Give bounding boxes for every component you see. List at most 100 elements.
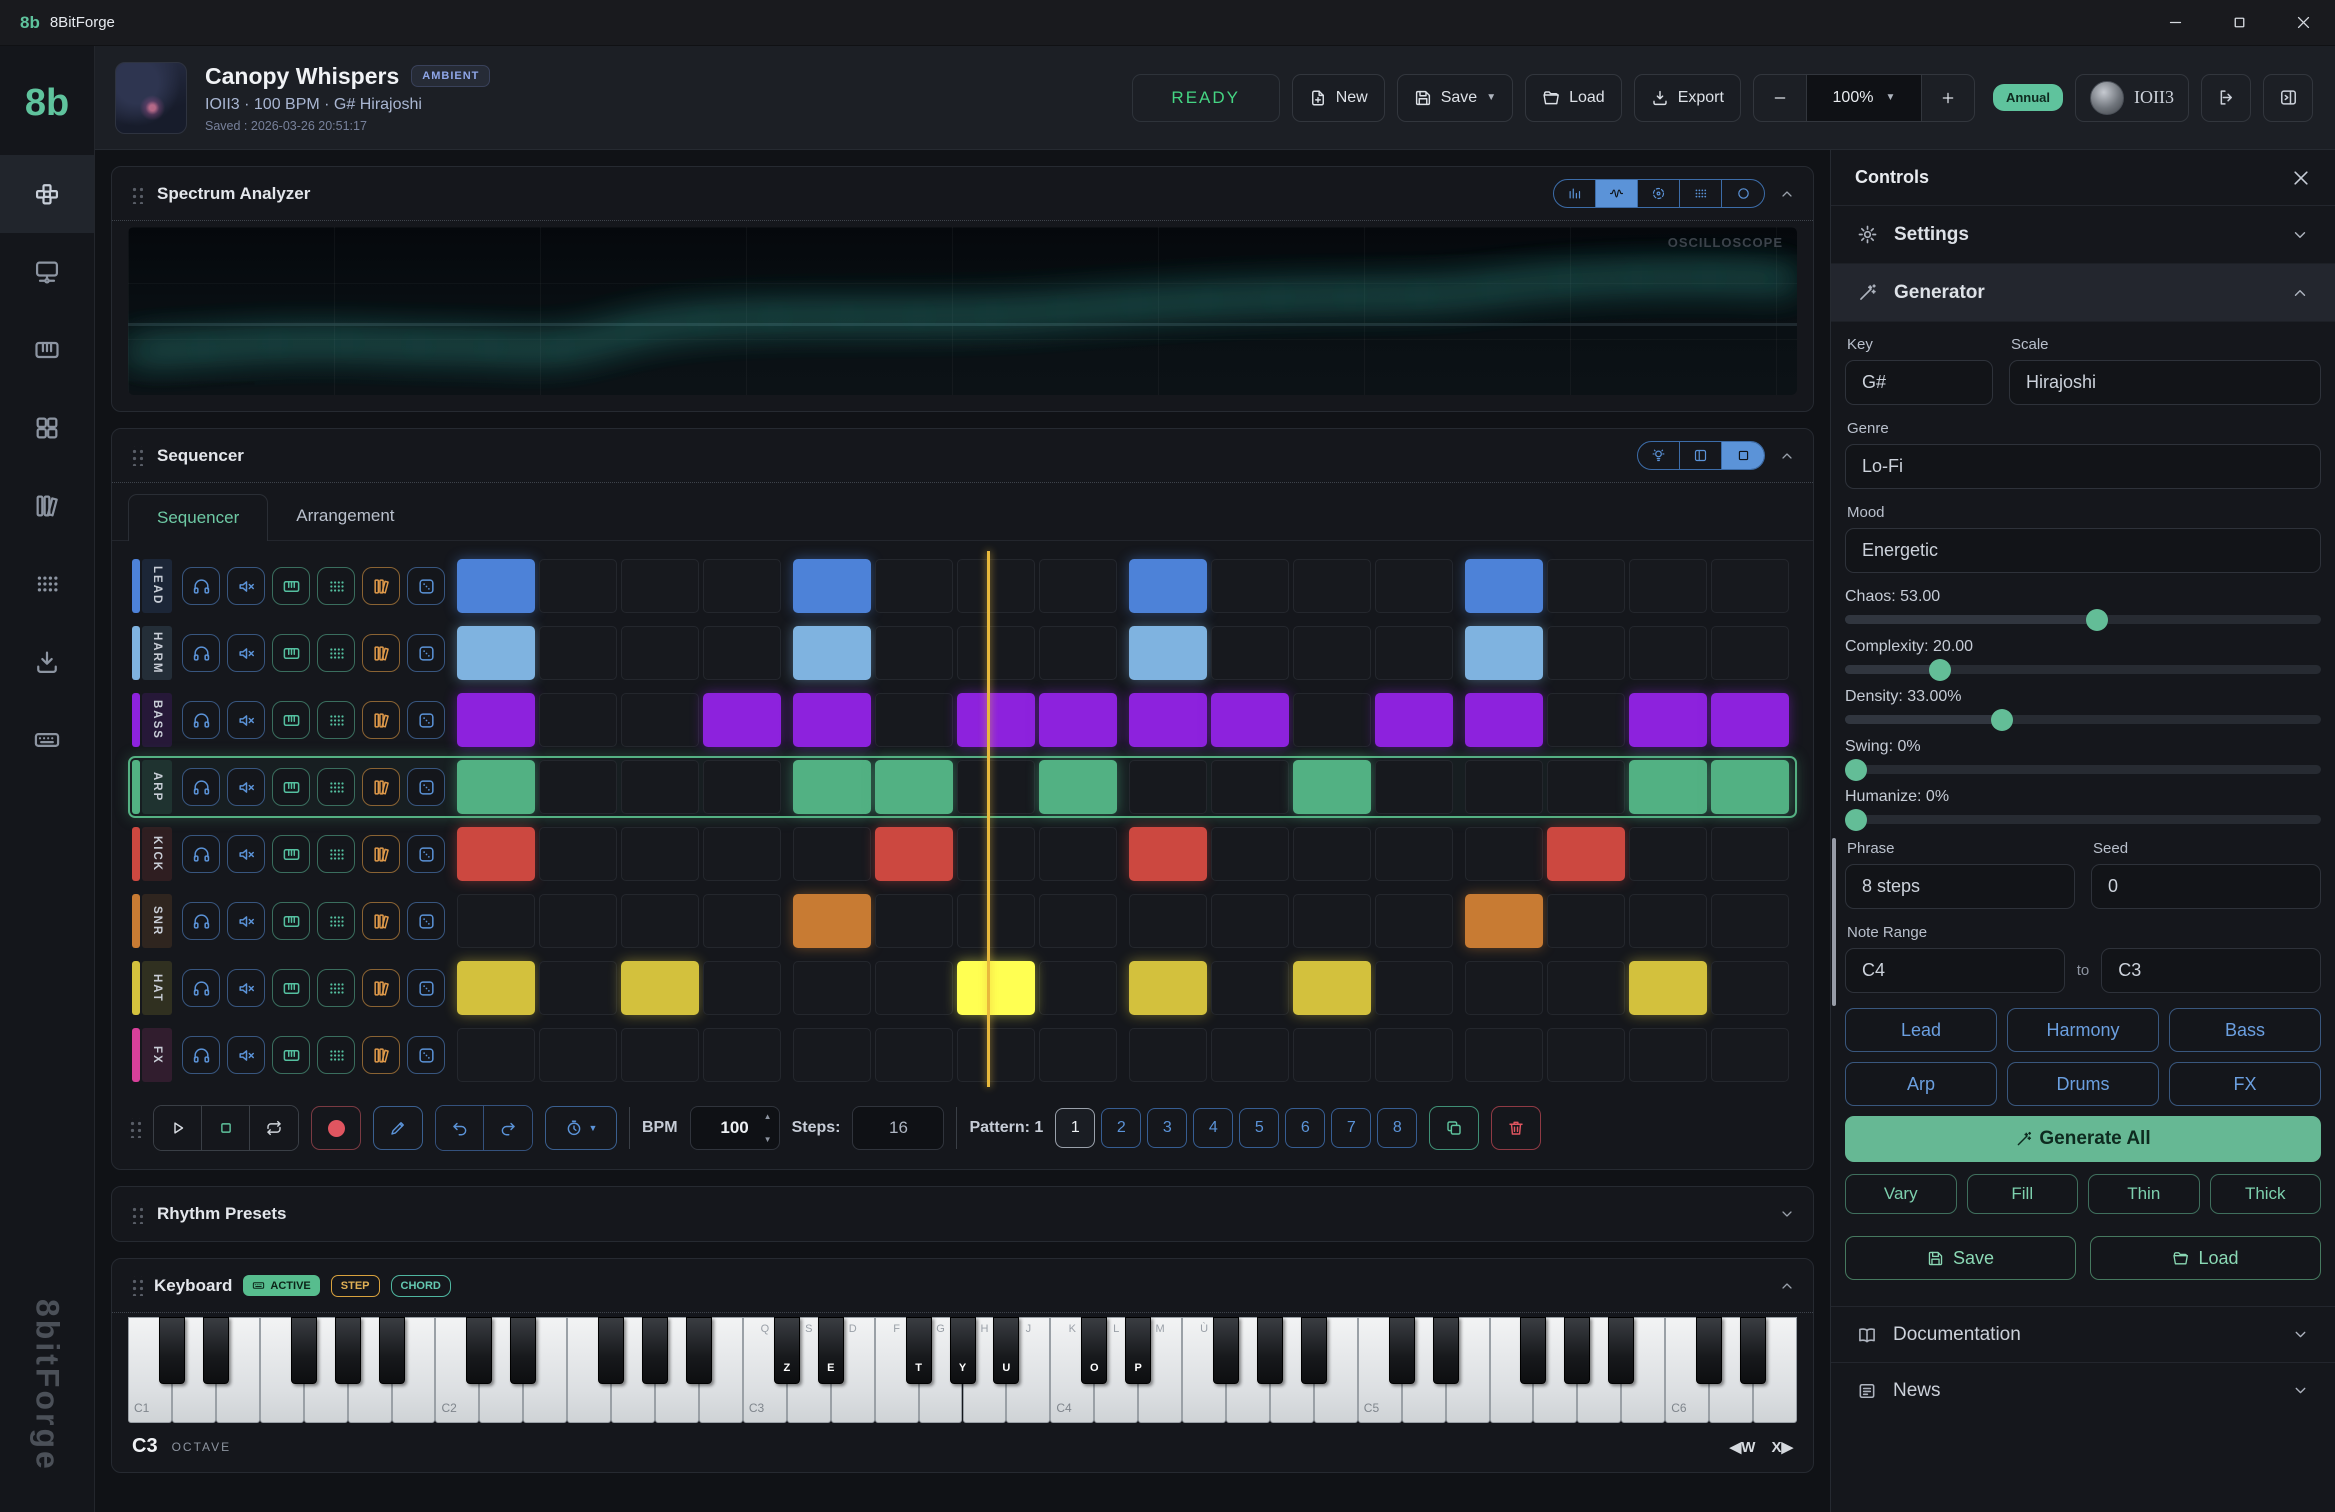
step-cell[interactable] — [1039, 559, 1117, 613]
slider-track[interactable] — [1845, 815, 2321, 824]
step-cell[interactable] — [875, 961, 953, 1015]
panel-toggle-button[interactable] — [2263, 74, 2313, 122]
step-cell[interactable] — [621, 1028, 699, 1082]
black-key-Cs1[interactable] — [159, 1317, 185, 1384]
step-cell[interactable] — [957, 559, 1035, 613]
black-key-Gs1[interactable] — [335, 1317, 361, 1384]
track-piano-button[interactable] — [272, 1036, 310, 1074]
step-cell[interactable] — [539, 559, 617, 613]
mood-select[interactable]: Energetic — [1845, 528, 2321, 573]
generate-all-button[interactable]: Generate All — [1845, 1116, 2321, 1162]
loop-button[interactable] — [250, 1106, 298, 1150]
black-key-Cs6[interactable] — [1696, 1317, 1722, 1384]
track-dice-button[interactable] — [407, 969, 445, 1007]
fill-button[interactable]: Fill — [1967, 1174, 2079, 1214]
track-mute-button[interactable] — [227, 969, 265, 1007]
step-cell[interactable] — [793, 559, 871, 613]
step-cell[interactable] — [621, 760, 699, 814]
black-key-As3[interactable]: U — [993, 1317, 1019, 1384]
black-key-Gs3[interactable]: Y — [950, 1317, 976, 1384]
step-cell[interactable] — [1711, 894, 1789, 948]
step-cell[interactable] — [875, 693, 953, 747]
track-mute-button[interactable] — [227, 634, 265, 672]
step-cell[interactable] — [1547, 760, 1625, 814]
step-cell[interactable] — [1293, 693, 1371, 747]
generate-harmony-button[interactable]: Harmony — [2007, 1008, 2159, 1052]
zoom-level-select[interactable]: 100%▼ — [1806, 75, 1922, 121]
step-cell[interactable] — [793, 626, 871, 680]
track-piano-button[interactable] — [272, 969, 310, 1007]
step-cell[interactable] — [1711, 626, 1789, 680]
step-cell[interactable] — [1465, 693, 1543, 747]
step-cell[interactable] — [957, 693, 1035, 747]
step-cell[interactable] — [1129, 827, 1207, 881]
view-wave-icon[interactable] — [1596, 180, 1638, 207]
step-cell[interactable] — [1547, 961, 1625, 1015]
step-mode-badge[interactable]: STEP — [331, 1275, 380, 1297]
track-headphones-button[interactable] — [182, 902, 220, 940]
step-cell[interactable] — [457, 626, 535, 680]
step-cell[interactable] — [1375, 559, 1453, 613]
pattern-button-2[interactable]: 2 — [1101, 1108, 1141, 1148]
new-button[interactable]: New — [1292, 74, 1385, 122]
black-key-Cs3[interactable]: Z — [774, 1317, 800, 1384]
step-cell[interactable] — [1375, 1028, 1453, 1082]
slider-thumb[interactable] — [1845, 809, 1867, 831]
slider-thumb[interactable] — [1845, 759, 1867, 781]
view-dots-grid-icon[interactable] — [1680, 180, 1722, 207]
step-cell[interactable] — [1711, 961, 1789, 1015]
step-cell[interactable] — [539, 827, 617, 881]
track-dots-grid-button[interactable] — [317, 835, 355, 873]
sidebar-item-keyboard-icon[interactable] — [0, 701, 94, 779]
step-cell[interactable] — [1465, 559, 1543, 613]
drag-handle[interactable] — [130, 446, 143, 466]
drag-handle[interactable] — [130, 184, 143, 204]
step-cell[interactable] — [1547, 827, 1625, 881]
slider-thumb[interactable] — [1929, 659, 1951, 681]
genre-select[interactable]: Lo-Fi — [1845, 444, 2321, 489]
track-headphones-button[interactable] — [182, 701, 220, 739]
track-headphones-button[interactable] — [182, 969, 220, 1007]
zoom-out-button[interactable] — [1754, 75, 1806, 121]
step-cell[interactable] — [875, 1028, 953, 1082]
black-key-Cs2[interactable] — [466, 1317, 492, 1384]
step-cell[interactable] — [1293, 559, 1371, 613]
step-cell[interactable] — [1629, 961, 1707, 1015]
sidebar-item-grid-icon[interactable] — [0, 389, 94, 467]
step-cell[interactable] — [1293, 1028, 1371, 1082]
track-library-button[interactable] — [362, 768, 400, 806]
step-cell[interactable] — [1211, 894, 1289, 948]
step-cell[interactable] — [1375, 693, 1453, 747]
track-mute-button[interactable] — [227, 701, 265, 739]
step-cell[interactable] — [1211, 961, 1289, 1015]
pattern-button-5[interactable]: 5 — [1239, 1108, 1279, 1148]
track-headphones-button[interactable] — [182, 1036, 220, 1074]
step-cell[interactable] — [621, 961, 699, 1015]
slider-track[interactable] — [1845, 715, 2321, 724]
track-dice-button[interactable] — [407, 902, 445, 940]
step-cell[interactable] — [539, 693, 617, 747]
controls-scrollbar[interactable] — [1832, 838, 1836, 1006]
preset-save-button[interactable]: Save — [1845, 1236, 2076, 1280]
phrase-select[interactable]: 8 steps — [1845, 864, 2075, 909]
collapse-button[interactable] — [1779, 186, 1795, 202]
step-cell[interactable] — [703, 894, 781, 948]
track-library-button[interactable] — [362, 701, 400, 739]
step-cell[interactable] — [1039, 760, 1117, 814]
step-cell[interactable] — [1711, 693, 1789, 747]
step-cell[interactable] — [457, 760, 535, 814]
track-dots-grid-button[interactable] — [317, 634, 355, 672]
step-cell[interactable] — [1629, 760, 1707, 814]
step-cell[interactable] — [957, 760, 1035, 814]
step-cell[interactable] — [1293, 961, 1371, 1015]
track-dots-grid-button[interactable] — [317, 1036, 355, 1074]
track-library-button[interactable] — [362, 634, 400, 672]
preset-load-button[interactable]: Load — [2090, 1236, 2321, 1280]
step-cell[interactable] — [1465, 894, 1543, 948]
step-cell[interactable] — [793, 827, 871, 881]
step-cell[interactable] — [1211, 626, 1289, 680]
step-cell[interactable] — [1375, 827, 1453, 881]
step-cell[interactable] — [621, 894, 699, 948]
track-mute-button[interactable] — [227, 1036, 265, 1074]
view-circle-icon[interactable] — [1722, 180, 1764, 207]
